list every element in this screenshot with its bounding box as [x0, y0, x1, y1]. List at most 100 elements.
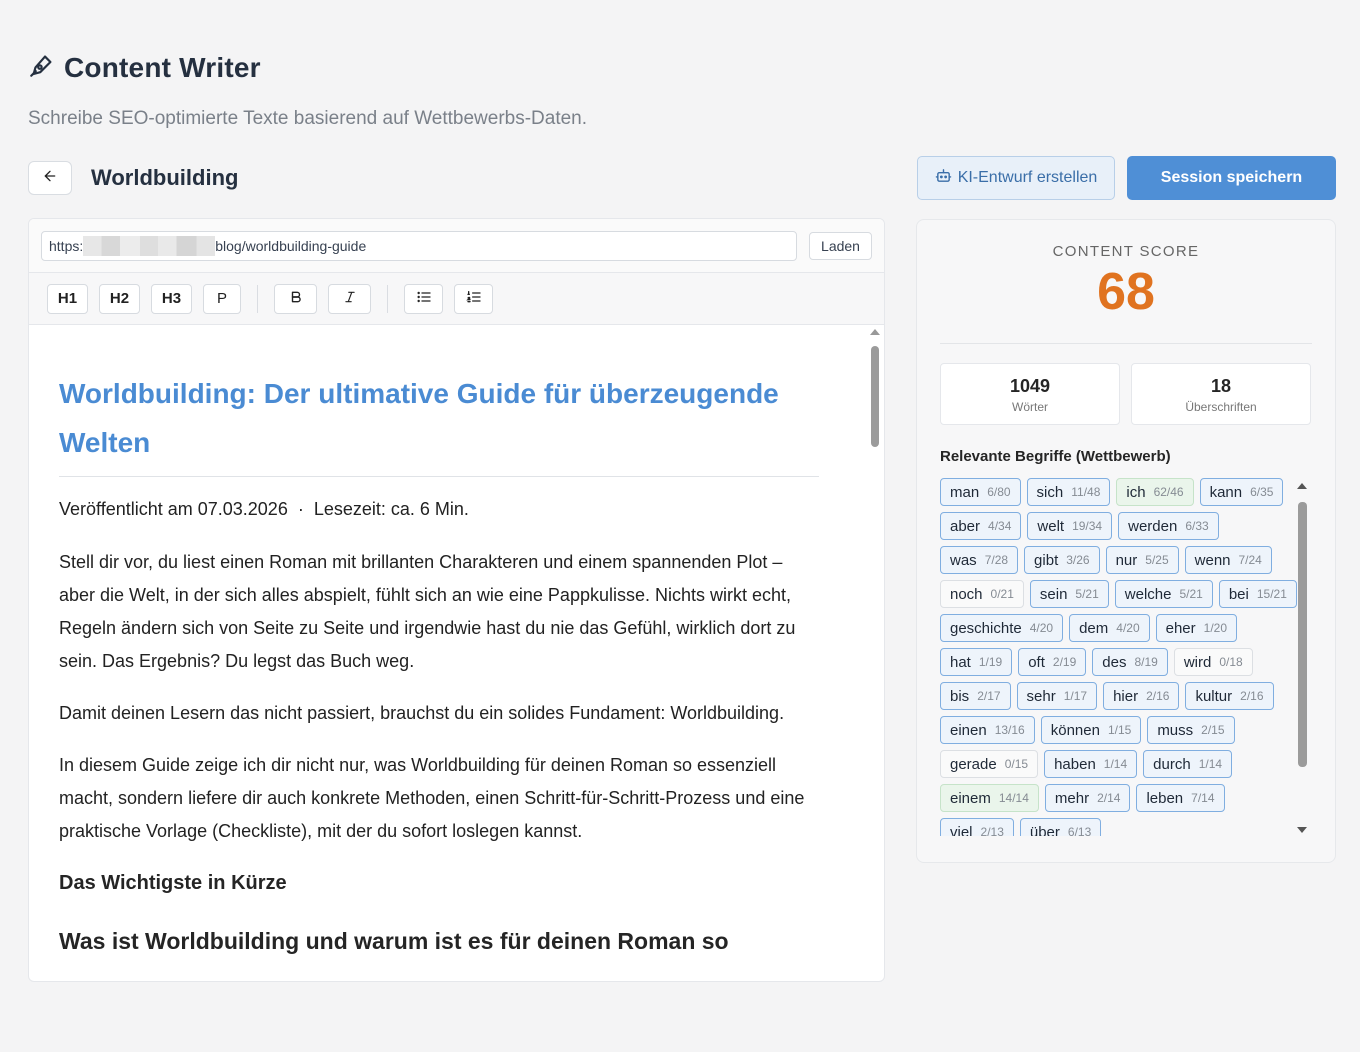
- scrollbar-thumb[interactable]: [1298, 502, 1307, 767]
- content-score-value: 68: [1097, 263, 1155, 321]
- numbered-list-button[interactable]: [454, 283, 493, 314]
- term-chip[interactable]: man 6/80: [940, 478, 1021, 506]
- url-prefix: https:: [49, 237, 84, 254]
- page-title: Content Writer: [64, 52, 261, 83]
- term-count: 4/20: [1029, 621, 1054, 635]
- term-chip[interactable]: mehr 2/14: [1044, 784, 1131, 812]
- bold-button[interactable]: [274, 283, 317, 314]
- term-chip[interactable]: einem 14/14: [940, 784, 1039, 812]
- term-chip[interactable]: nur 5/25: [1105, 546, 1179, 574]
- url-input[interactable]: https: blog/worldbuilding-guide: [41, 230, 797, 261]
- heading-3-button[interactable]: H3: [151, 283, 192, 314]
- term-chip[interactable]: ich 62/46: [1116, 478, 1194, 506]
- term-chip[interactable]: eher 1/20: [1155, 614, 1238, 642]
- editor-content[interactable]: Worldbuilding: Der ultimative Guide für …: [29, 325, 867, 981]
- term-chip[interactable]: was 7/28: [940, 546, 1019, 574]
- term-word: durch: [1153, 755, 1191, 773]
- term-chip[interactable]: wenn 7/24: [1184, 546, 1272, 574]
- term-count: 2/16: [1240, 689, 1264, 703]
- term-chip[interactable]: leben 7/14: [1136, 784, 1225, 812]
- heading-count-card: 18 Überschriften: [1131, 363, 1311, 425]
- editor-panel: https: blog/worldbuilding-guide Laden H1…: [28, 218, 885, 982]
- term-chip[interactable]: aber 4/34: [940, 512, 1022, 540]
- term-word: über: [1029, 823, 1060, 837]
- italic-button[interactable]: [328, 283, 371, 314]
- term-chip[interactable]: bis 2/17: [940, 682, 1011, 710]
- bot-icon: [935, 167, 952, 189]
- term-chip[interactable]: sich 11/48: [1026, 478, 1111, 506]
- term-chip[interactable]: welt 19/34: [1027, 512, 1113, 540]
- term-word: bis: [950, 687, 970, 705]
- save-session-button[interactable]: Session speichern: [1127, 156, 1336, 200]
- word-count: 1049: [1009, 376, 1051, 396]
- term-word: hier: [1113, 687, 1139, 705]
- editor-scrollbar[interactable]: [869, 329, 881, 969]
- scrollbar-thumb[interactable]: [871, 346, 879, 447]
- term-count: 6/33: [1185, 519, 1209, 533]
- heading-count-label: Überschriften: [1185, 400, 1257, 414]
- document-bar: Worldbuilding: [28, 156, 884, 200]
- term-chip[interactable]: viel 2/13: [940, 818, 1014, 836]
- term-chip[interactable]: gerade 0/15: [940, 750, 1039, 778]
- term-count: 5/21: [1179, 587, 1203, 601]
- term-chip[interactable]: sein 5/21: [1029, 580, 1109, 608]
- term-word: wird: [1183, 653, 1212, 671]
- scroll-up-icon[interactable]: [870, 329, 880, 335]
- term-count: 0/15: [1004, 757, 1029, 771]
- term-chip[interactable]: gibt 3/26: [1024, 546, 1100, 574]
- heading-1-button[interactable]: H1: [47, 283, 88, 314]
- term-word: nur: [1115, 551, 1138, 569]
- url-path: blog/worldbuilding-guide: [215, 237, 367, 254]
- term-word: können: [1050, 721, 1100, 739]
- term-chip[interactable]: des 8/19: [1092, 648, 1168, 676]
- term-chip[interactable]: können 1/15: [1040, 716, 1142, 744]
- back-button[interactable]: [28, 161, 72, 195]
- term-chip[interactable]: kann 6/35: [1199, 478, 1284, 506]
- scroll-down-icon[interactable]: [1297, 827, 1307, 833]
- pen-tool-icon: [28, 53, 54, 84]
- term-chip[interactable]: hier 2/16: [1103, 682, 1180, 710]
- term-chip[interactable]: kultur 2/16: [1185, 682, 1274, 710]
- term-count: 5/21: [1075, 587, 1099, 601]
- url-bar: https: blog/worldbuilding-guide Laden: [29, 219, 884, 273]
- term-chip[interactable]: geschichte 4/20: [940, 614, 1064, 642]
- term-chip[interactable]: sehr 1/17: [1016, 682, 1098, 710]
- term-chip[interactable]: dem 4/20: [1069, 614, 1150, 642]
- term-chip[interactable]: durch 1/14: [1143, 750, 1233, 778]
- term-chip[interactable]: noch 0/21: [940, 580, 1024, 608]
- term-chip[interactable]: haben 1/14: [1044, 750, 1138, 778]
- bullet-list-button[interactable]: [404, 283, 443, 314]
- section-heading: Was ist Worldbuilding und warum ist es f…: [59, 928, 729, 954]
- term-count: 4/20: [1116, 621, 1140, 635]
- term-word: eher: [1165, 619, 1196, 637]
- term-chip[interactable]: hat 1/19: [940, 648, 1013, 676]
- arrow-left-icon: [42, 168, 58, 189]
- term-count: 6/80: [987, 485, 1011, 499]
- term-count: 13/16: [994, 723, 1025, 737]
- term-word: kultur: [1195, 687, 1233, 705]
- terms-title: Relevante Begriffe (Wettbewerb): [940, 448, 1171, 465]
- scroll-up-icon[interactable]: [1297, 483, 1307, 489]
- title-divider: [59, 476, 819, 477]
- term-chip[interactable]: werden 6/33: [1118, 512, 1219, 540]
- term-chip[interactable]: über 6/13: [1019, 818, 1102, 837]
- heading-2-button[interactable]: H2: [99, 283, 140, 314]
- paragraph-button[interactable]: P: [203, 283, 241, 314]
- term-word: noch: [950, 585, 983, 603]
- term-chip[interactable]: einen 13/16: [940, 716, 1035, 744]
- term-chip[interactable]: bei 15/21: [1218, 580, 1297, 608]
- term-count: 0/21: [990, 587, 1014, 601]
- term-word: kann: [1209, 483, 1243, 501]
- ai-draft-button[interactable]: KI-Entwurf erstellen: [917, 156, 1115, 200]
- term-chip[interactable]: wird 0/18: [1173, 648, 1253, 676]
- term-count: 1/20: [1203, 621, 1228, 635]
- term-chip[interactable]: oft 2/19: [1018, 648, 1087, 676]
- heading-count: 18: [1210, 376, 1232, 396]
- term-chip[interactable]: muss 2/15: [1147, 716, 1235, 744]
- term-count: 7/14: [1191, 791, 1215, 805]
- load-url-button[interactable]: Laden: [809, 231, 872, 260]
- term-chip[interactable]: welche 5/21: [1114, 580, 1213, 608]
- terms-scrollbar[interactable]: [1296, 483, 1308, 833]
- term-word: des: [1102, 653, 1127, 671]
- numbered-list-icon: [465, 289, 482, 309]
